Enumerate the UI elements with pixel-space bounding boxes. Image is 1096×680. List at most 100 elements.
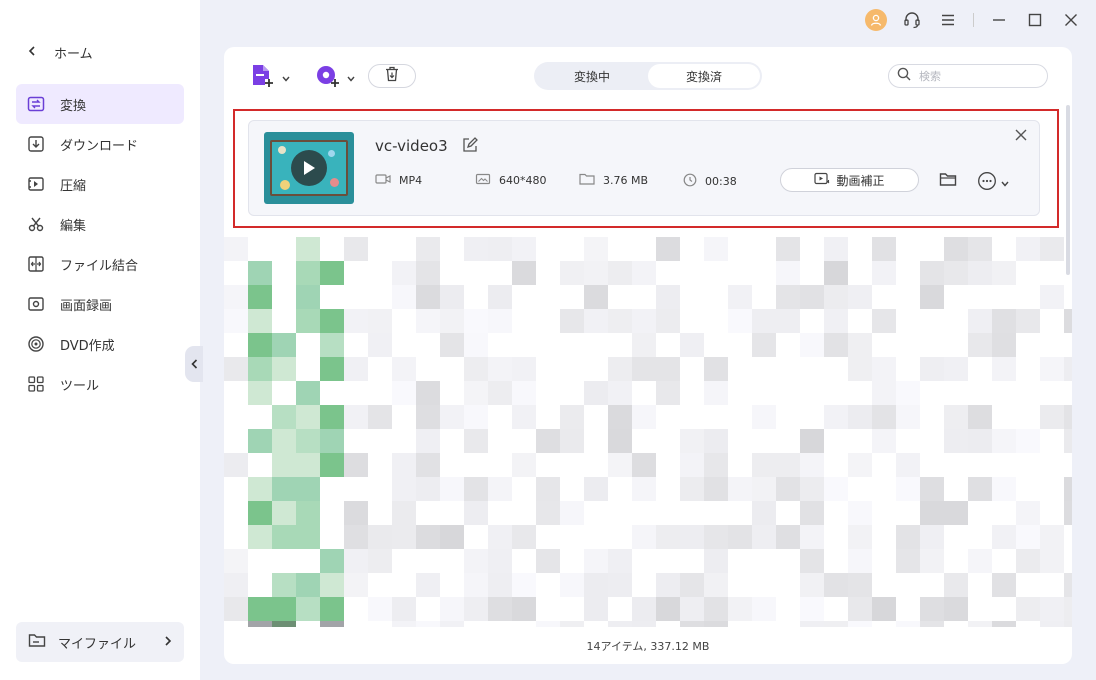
pixel-block: [608, 549, 632, 573]
pixel-block: [392, 477, 416, 501]
pixel-block: [416, 405, 440, 429]
avatar[interactable]: [865, 9, 887, 31]
delete-button[interactable]: [368, 64, 416, 88]
video-enhance-button[interactable]: 動画補正: [780, 168, 919, 192]
pixel-block: [680, 333, 704, 357]
pixel-block: [392, 453, 416, 477]
pixel-block: [968, 261, 992, 285]
pixel-block: [992, 309, 1016, 333]
tab-converted[interactable]: 変換済: [648, 64, 760, 88]
edit-name-icon[interactable]: [461, 136, 479, 158]
pixel-block: [968, 309, 992, 333]
sidebar-item-compress[interactable]: 圧縮: [16, 164, 184, 204]
pixel-block: [296, 501, 320, 525]
pixel-block: [944, 237, 968, 261]
video-thumbnail[interactable]: [264, 132, 354, 204]
pixel-block: [752, 309, 776, 333]
my-files-button[interactable]: マイファイル: [16, 622, 184, 662]
pixel-block: [848, 285, 872, 309]
pixel-block: [848, 453, 872, 477]
more-options-button[interactable]: [977, 171, 1009, 195]
pixel-block: [560, 429, 584, 453]
pixel-block: [224, 453, 248, 477]
pixel-block: [968, 477, 992, 501]
pixel-block: [800, 285, 824, 309]
resolution-icon: [475, 173, 491, 188]
pixel-block: [920, 621, 944, 627]
pixel-block: [368, 405, 392, 429]
pixel-block: [896, 549, 920, 573]
pixel-block: [920, 357, 944, 381]
collapse-sidebar-button[interactable]: [185, 346, 203, 382]
minimize-button[interactable]: [988, 9, 1010, 31]
pixel-block: [680, 597, 704, 621]
pixel-block: [296, 477, 320, 501]
search-input[interactable]: [919, 69, 1029, 83]
sidebar-item-dvd[interactable]: DVD作成: [16, 324, 184, 364]
resolution-info: 640*480: [475, 173, 547, 188]
pixel-block: [776, 285, 800, 309]
pixel-block: [512, 525, 536, 549]
pixel-block: [1064, 429, 1072, 453]
pixel-block: [920, 549, 944, 573]
pixel-block: [416, 237, 440, 261]
pixel-block: [968, 621, 992, 627]
sidebar-item-download[interactable]: ダウンロード: [16, 124, 184, 164]
close-icon[interactable]: [1015, 129, 1027, 145]
pixel-block: [824, 261, 848, 285]
pixel-block: [704, 525, 728, 549]
sidebar-item-edit[interactable]: 編集: [16, 204, 184, 244]
pixel-block: [368, 549, 392, 573]
pixel-block: [800, 621, 824, 627]
open-folder-icon[interactable]: [939, 172, 957, 191]
tab-converting[interactable]: 変換中: [536, 64, 648, 88]
pixel-block: [608, 381, 632, 405]
play-icon[interactable]: [291, 150, 327, 186]
pixel-block: [368, 597, 392, 621]
pixel-block: [656, 525, 680, 549]
pixel-block: [1016, 525, 1040, 549]
sidebar-item-screen-record[interactable]: 画面録画: [16, 284, 184, 324]
size-info: 3.76 MB: [579, 173, 648, 188]
pixel-block: [680, 453, 704, 477]
menu-icon[interactable]: [937, 9, 959, 31]
clock-icon: [683, 173, 697, 190]
pixel-block: [440, 525, 464, 549]
pixel-block: [992, 357, 1016, 381]
pixel-block: [608, 261, 632, 285]
pixel-block: [320, 429, 344, 453]
pixel-block: [1064, 573, 1072, 597]
pixel-block: [272, 525, 296, 549]
add-file-button[interactable]: [250, 63, 290, 93]
pixel-block: [944, 573, 968, 597]
close-window-button[interactable]: [1060, 9, 1082, 31]
pixel-block: [248, 357, 272, 381]
home-link[interactable]: ホーム: [28, 42, 93, 62]
add-media-button[interactable]: [315, 63, 355, 93]
pixel-block: [488, 237, 512, 261]
maximize-button[interactable]: [1024, 9, 1046, 31]
pixel-block: [824, 621, 848, 627]
sidebar-item-tools[interactable]: ツール: [16, 364, 184, 404]
pixel-block: [272, 501, 296, 525]
pixel-block: [488, 477, 512, 501]
pixel-block: [872, 357, 896, 381]
sidebar-item-merge[interactable]: ファイル結合: [16, 244, 184, 284]
video-enhance-label: 動画補正: [836, 173, 885, 188]
pixel-block: [872, 261, 896, 285]
pixel-block: [656, 309, 680, 333]
pixel-block: [632, 405, 656, 429]
pixel-block: [584, 477, 608, 501]
pixel-block: [848, 405, 872, 429]
pixel-block: [440, 597, 464, 621]
pixel-block: [464, 237, 488, 261]
pixel-block: [992, 573, 1016, 597]
pixel-block: [464, 429, 488, 453]
chevron-down-icon: [347, 71, 355, 86]
pixel-block: [296, 381, 320, 405]
file-card[interactable]: vc-video3 MP4 640*480 3.76 MB 00:38 動画補正: [248, 120, 1040, 216]
pixel-block: [1064, 597, 1072, 621]
headset-support-icon[interactable]: [901, 9, 923, 31]
sidebar-item-convert[interactable]: 変換: [16, 84, 184, 124]
pixel-block: [704, 357, 728, 381]
